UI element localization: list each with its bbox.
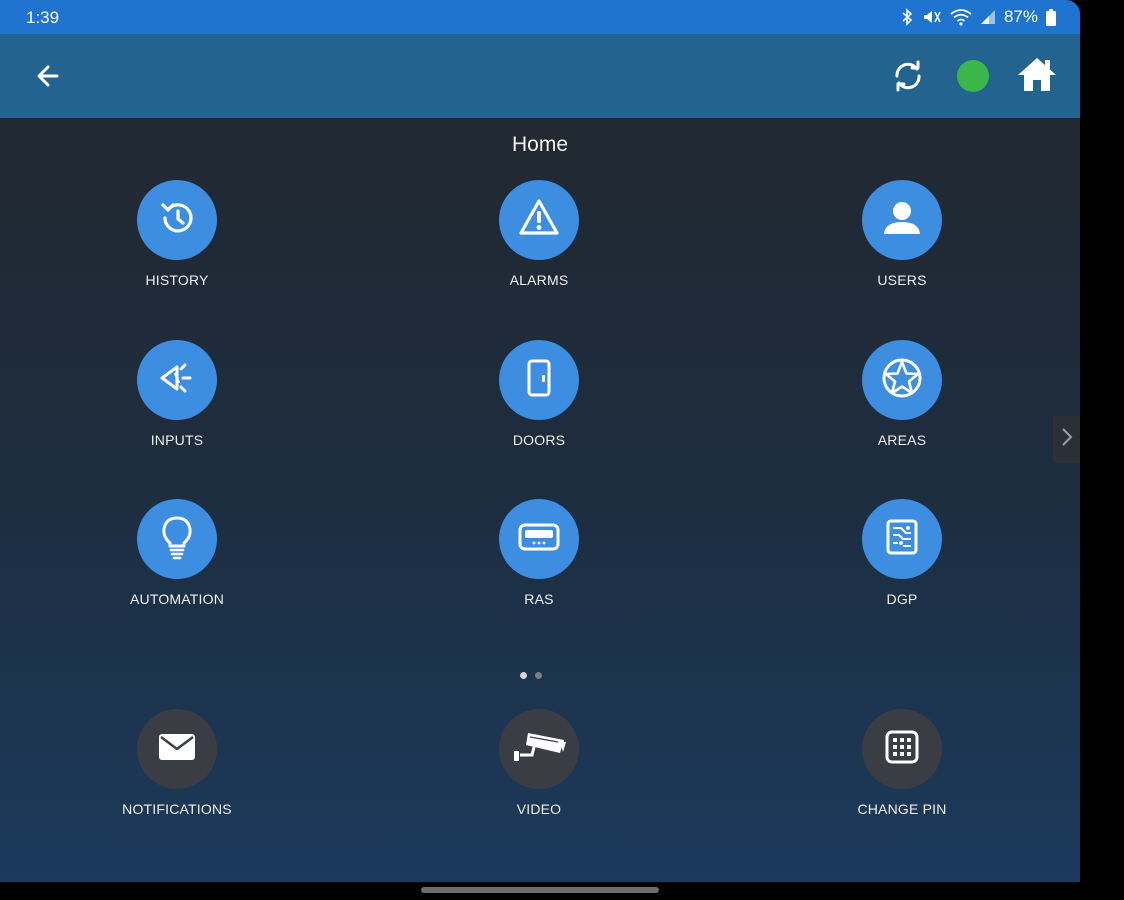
bluetooth-icon xyxy=(900,8,914,26)
battery-level: 87% xyxy=(1003,7,1038,26)
next-page-button[interactable] xyxy=(1053,416,1080,463)
status-bar: 1:39 87% xyxy=(0,0,1080,34)
arrow-left-icon xyxy=(30,65,66,98)
chevron-right-icon xyxy=(1060,426,1074,453)
doors-tile[interactable]: DOORS xyxy=(439,340,639,448)
dgp-label: DGP xyxy=(886,591,918,607)
ras-label: RAS xyxy=(524,591,554,607)
gesture-nav-handle[interactable] xyxy=(421,887,659,893)
areas-label: AREAS xyxy=(877,432,927,448)
battery-icon xyxy=(1046,8,1056,26)
wifi-icon xyxy=(950,8,972,26)
change-pin-button[interactable] xyxy=(862,709,942,789)
page-dot-2[interactable] xyxy=(535,672,542,679)
home-icon xyxy=(1016,58,1058,99)
door-icon xyxy=(517,356,561,405)
dgp-button[interactable] xyxy=(862,499,942,579)
connection-status-indicator xyxy=(957,60,989,92)
history-button[interactable] xyxy=(137,180,217,260)
ras-button[interactable] xyxy=(499,499,579,579)
notifications-button[interactable] xyxy=(137,709,217,789)
dgp-tile[interactable]: DGP xyxy=(802,499,1002,607)
inputs-label: INPUTS xyxy=(150,432,204,448)
inputs-tile[interactable]: INPUTS xyxy=(77,340,277,448)
areas-tile[interactable]: AREAS xyxy=(802,340,1002,448)
keypad-icon xyxy=(884,729,920,770)
cctv-camera-icon xyxy=(508,727,570,772)
automation-label: AUTOMATION xyxy=(129,591,225,607)
users-button[interactable] xyxy=(862,180,942,260)
page-title: Home xyxy=(511,133,569,156)
area-star-icon xyxy=(879,355,925,406)
signal-icon xyxy=(980,9,996,25)
automation-tile[interactable]: AUTOMATION xyxy=(77,499,277,607)
users-label: USERS xyxy=(877,272,927,288)
back-button[interactable] xyxy=(30,58,66,94)
status-time: 1:39 xyxy=(26,8,60,27)
user-icon xyxy=(879,196,925,245)
video-button[interactable] xyxy=(499,709,579,789)
video-label: VIDEO xyxy=(516,801,562,817)
alarms-tile[interactable]: ALARMS xyxy=(439,180,639,288)
inputs-button[interactable] xyxy=(137,340,217,420)
circuit-board-icon xyxy=(880,515,924,564)
areas-button[interactable] xyxy=(862,340,942,420)
status-icons: 87% xyxy=(900,7,1056,27)
notifications-tile[interactable]: NOTIFICATIONS xyxy=(77,709,277,817)
sync-icon xyxy=(888,60,928,100)
keypad-device-icon xyxy=(516,517,562,562)
lightbulb-icon xyxy=(155,513,199,566)
mute-icon xyxy=(922,8,942,26)
page-indicator xyxy=(520,672,542,679)
change-pin-tile[interactable]: CHANGE PIN xyxy=(802,709,1002,817)
change-pin-label: CHANGE PIN xyxy=(857,801,947,817)
ras-tile[interactable]: RAS xyxy=(439,499,639,607)
envelope-icon xyxy=(157,731,197,768)
history-icon xyxy=(155,196,199,245)
doors-label: DOORS xyxy=(512,432,566,448)
users-tile[interactable]: USERS xyxy=(802,180,1002,288)
alarms-button[interactable] xyxy=(499,180,579,260)
doors-button[interactable] xyxy=(499,340,579,420)
sync-button[interactable] xyxy=(888,56,928,96)
video-tile[interactable]: VIDEO xyxy=(439,709,639,817)
app-screen: 1:39 87% Home HISTORY ALARMS USERS INPUT… xyxy=(0,0,1080,882)
alarms-label: ALARMS xyxy=(509,272,569,288)
history-tile[interactable]: HISTORY xyxy=(77,180,277,288)
home-button[interactable] xyxy=(1016,55,1058,95)
page-dot-1[interactable] xyxy=(520,672,527,679)
automation-button[interactable] xyxy=(137,499,217,579)
notifications-label: NOTIFICATIONS xyxy=(122,801,232,817)
inputs-icon xyxy=(155,356,199,405)
alarm-warning-icon xyxy=(516,196,562,245)
app-bar xyxy=(0,34,1080,118)
history-label: HISTORY xyxy=(145,272,209,288)
